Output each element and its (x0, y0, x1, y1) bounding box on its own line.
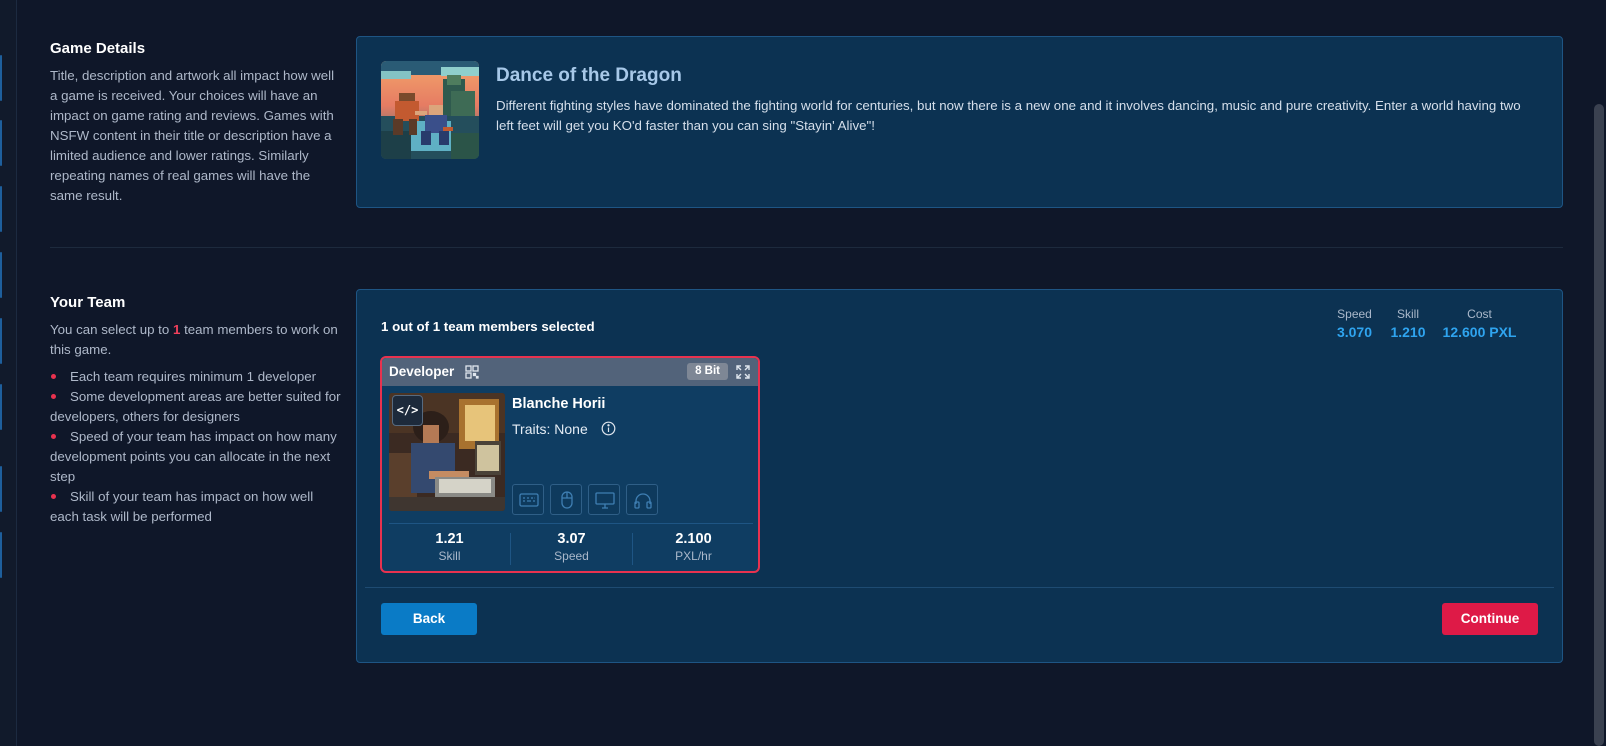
game-details-title: Game Details (50, 40, 146, 57)
rail-indicator (0, 532, 2, 578)
team-skill-label: Skill (1396, 307, 1419, 321)
member-name: Blanche Horii (512, 396, 606, 412)
rail-indicator (0, 120, 2, 166)
team-cost-value: 12.600 PXL (1442, 324, 1517, 340)
bullet-dot (51, 373, 56, 379)
list-item: Speed of your team has impact on how man… (50, 427, 342, 487)
team-cost-total: Cost 12.600 PXL (1442, 307, 1517, 342)
list-item-text: Skill of your team has impact on how wel… (50, 489, 314, 524)
rail-indicator (0, 318, 2, 364)
team-skill-total: Skill 1.210 (1388, 307, 1428, 342)
list-item-text: Some development areas are better suited… (50, 389, 341, 424)
member-role: Developer (389, 364, 455, 379)
team-intro-prefix: You can select up to (50, 322, 173, 337)
team-speed-total: Speed 3.070 (1332, 307, 1377, 342)
scrollbar-thumb[interactable] (1594, 104, 1604, 746)
rail-indicator (0, 466, 2, 512)
member-skill-stat: 1.21 Skill (389, 531, 510, 564)
member-skill-value: 1.21 (435, 531, 464, 547)
info-icon[interactable] (601, 421, 616, 436)
rail-indicator (0, 186, 2, 232)
game-artwork (381, 61, 479, 159)
rail-indicator (0, 384, 2, 430)
member-speed-label: Speed (554, 549, 589, 563)
back-button[interactable]: Back (381, 603, 477, 635)
team-intro: You can select up to 1 team members to w… (50, 320, 342, 360)
team-member-card[interactable]: Developer 8 Bit </> Blanche Horii Traits… (380, 356, 760, 573)
list-item-text: Speed of your team has impact on how man… (50, 429, 337, 484)
rail-indicator (0, 55, 2, 101)
team-cost-label: Cost (1467, 307, 1492, 321)
code-icon: </> (392, 395, 423, 426)
member-cost-stat: 2.100 PXL/hr (633, 531, 754, 564)
list-item: Each team requires minimum 1 developer (50, 367, 342, 387)
team-skill-value: 1.210 (1390, 324, 1426, 340)
member-speed-stat: 3.07 Speed (511, 531, 632, 564)
expand-icon[interactable] (735, 364, 751, 380)
rail-indicator (0, 252, 2, 298)
member-tier-badge: 8 Bit (687, 363, 728, 380)
game-details-panel: Dance of the Dragon Different fighting s… (356, 36, 1563, 208)
scrollbar[interactable] (1592, 0, 1606, 746)
bullet-dot (51, 493, 56, 499)
team-info: Your Team You can select up to 1 team me… (50, 294, 342, 527)
member-card-header: Developer 8 Bit (382, 358, 758, 386)
section-divider (50, 247, 1563, 248)
bullet-dot (51, 433, 56, 439)
list-item: Skill of your team has impact on how wel… (50, 487, 342, 527)
left-sidebar-rail (0, 0, 17, 746)
team-title: Your Team (50, 294, 126, 311)
member-speed-value: 3.07 (557, 531, 586, 547)
game-details-info: Game Details Title, description and artw… (50, 40, 342, 206)
bullet-dot (51, 393, 56, 399)
member-cost-label: PXL/hr (675, 549, 712, 563)
list-item: Some development areas are better suited… (50, 387, 342, 427)
continue-button[interactable]: Continue (1442, 603, 1538, 635)
mouse-icon (550, 484, 582, 515)
team-speed-label: Speed (1337, 307, 1372, 321)
team-panel: 1 out of 1 team members selected Speed 3… (356, 289, 1563, 663)
member-skill-label: Skill (438, 549, 461, 563)
keyboard-icon (512, 484, 544, 515)
panel-divider (365, 587, 1554, 588)
team-selected-count: 1 out of 1 team members selected (381, 319, 595, 334)
game-details-description: Title, description and artwork all impac… (50, 68, 335, 203)
team-rules-list: Each team requires minimum 1 developer S… (50, 367, 342, 527)
member-stats: 1.21 Skill 3.07 Speed 2.100 PXL/hr (389, 523, 753, 567)
monitor-icon (588, 484, 620, 515)
member-cost-value: 2.100 (675, 531, 712, 547)
game-description[interactable]: Different fighting styles have dominated… (496, 96, 1536, 136)
list-item-text: Each team requires minimum 1 developer (70, 369, 317, 384)
team-speed-value: 3.070 (1336, 324, 1373, 340)
game-title[interactable]: Dance of the Dragon (496, 65, 682, 87)
member-traits: Traits: None (512, 421, 588, 437)
headphones-icon (626, 484, 658, 515)
qr-code-icon[interactable] (465, 365, 479, 379)
